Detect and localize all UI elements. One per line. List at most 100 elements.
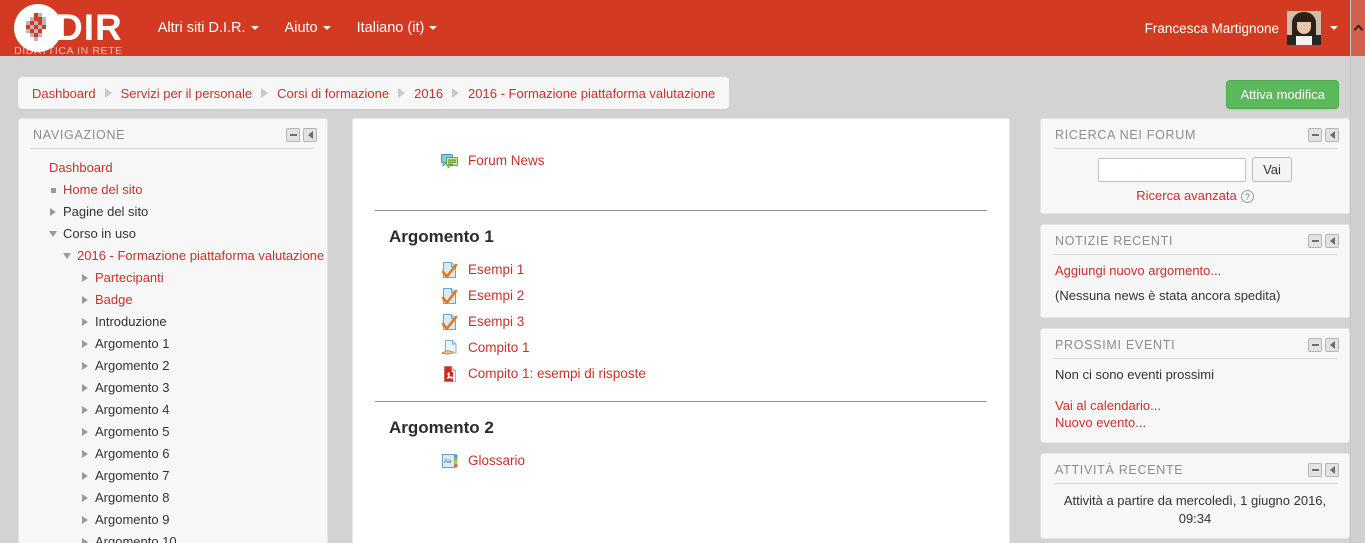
breadcrumb-item-corsi[interactable]: Corsi di formazione	[277, 86, 389, 101]
chevron-right-icon[interactable]	[47, 208, 59, 216]
scroll-up-button[interactable]	[1351, 0, 1365, 56]
activity-glossario[interactable]: Aa Glossario	[375, 448, 987, 474]
nav-tree-item-label: Introduzione	[95, 314, 167, 329]
section-title: Argomento 1	[389, 227, 494, 246]
chevron-right-icon[interactable]	[79, 362, 91, 370]
recent-activity-block-controls	[1308, 463, 1339, 478]
chevron-right-icon[interactable]	[79, 406, 91, 414]
collapse-icon[interactable]	[286, 128, 300, 142]
collapse-icon[interactable]	[1308, 463, 1322, 478]
course-section-1: Argomento 1 Esempi 1 Esempi 2 Esempi 3 C…	[375, 210, 987, 401]
chevron-down-icon[interactable]	[61, 253, 73, 259]
dock-icon[interactable]	[303, 128, 317, 142]
top-navbar: DIR DIDATTICA IN RETE Altri siti D.I.R. …	[0, 0, 1350, 57]
breadcrumb-item-course[interactable]: 2016 - Formazione piattaforma valutazion…	[468, 86, 715, 101]
breadcrumb-separator-icon	[261, 88, 269, 98]
scrollbar-track[interactable]	[1351, 56, 1365, 543]
chevron-right-icon[interactable]	[79, 516, 91, 524]
chevron-right-icon[interactable]	[79, 428, 91, 436]
toggle-editing-button[interactable]: Attiva modifica	[1226, 80, 1339, 109]
chevron-down-icon	[322, 26, 331, 31]
chevron-down-icon	[429, 26, 438, 31]
nav-item-aiuto[interactable]: Aiuto	[272, 14, 344, 42]
nav-tree-item[interactable]: 2016 - Formazione piattaforma valutazion…	[33, 245, 324, 267]
chevron-right-icon[interactable]	[79, 538, 91, 543]
glossary-icon: Aa	[441, 452, 459, 470]
activity-forum-news[interactable]: Forum News	[375, 143, 987, 174]
page-scrollbar[interactable]	[1350, 0, 1365, 543]
nav-tree-item[interactable]: Argomento 5	[33, 421, 313, 443]
nav-tree-item[interactable]: Pagine del sito	[33, 201, 313, 223]
forum-search-input[interactable]	[1098, 157, 1247, 182]
activity-esempi-1[interactable]: Esempi 1	[375, 257, 987, 283]
navbar-links: Altri siti D.I.R. Aiuto Italiano (it)	[145, 14, 451, 42]
nav-tree-item[interactable]: Introduzione	[33, 311, 313, 333]
chevron-right-icon[interactable]	[79, 318, 91, 326]
chevron-right-icon[interactable]	[79, 274, 91, 282]
upcoming-events-empty-text: Non ci sono eventi prossimi	[1055, 367, 1214, 383]
upcoming-events-block-title: PROSSIMI EVENTI	[1055, 338, 1176, 353]
avatar	[1287, 11, 1321, 45]
new-event-link[interactable]: Nuovo evento...	[1055, 415, 1335, 430]
chevron-right-icon[interactable]	[79, 494, 91, 502]
chevron-right-icon[interactable]	[79, 384, 91, 392]
chevron-right-icon[interactable]	[79, 340, 91, 348]
collapse-icon[interactable]	[1308, 128, 1322, 142]
divider	[1053, 358, 1337, 360]
nav-item-altri-siti[interactable]: Altri siti D.I.R.	[145, 14, 272, 42]
nav-tree-item[interactable]: Argomento 6	[33, 443, 313, 465]
add-new-topic-link[interactable]: Aggiungi nuovo argomento...	[1055, 263, 1335, 278]
go-to-calendar-link[interactable]: Vai al calendario...	[1055, 398, 1335, 413]
nav-tree-item[interactable]: Corso in uso	[33, 223, 313, 245]
nav-tree-item[interactable]: Badge	[33, 289, 313, 311]
forum-search-go-button[interactable]: Vai	[1252, 157, 1292, 182]
user-menu[interactable]: Francesca Martignone	[1145, 0, 1338, 56]
nav-tree-item[interactable]: Home del sito	[33, 179, 313, 201]
course-section-general: Forum News	[375, 137, 987, 210]
chevron-right-icon[interactable]	[79, 450, 91, 458]
navigation-list: Dashboard Home del sito Pagine del sito Cor…	[33, 157, 324, 543]
nav-tree-item[interactable]: Argomento 8	[33, 487, 313, 509]
activity-compito-1-esempi-risposte[interactable]: Compito 1: esempi di risposte	[375, 361, 987, 387]
dock-icon[interactable]	[1325, 128, 1339, 142]
help-icon[interactable]: ?	[1240, 190, 1254, 204]
nav-tree-item[interactable]: Partecipanti	[33, 267, 313, 289]
nav-tree-item[interactable]: Dashboard	[33, 157, 313, 179]
activity-esempi-3[interactable]: Esempi 3	[375, 309, 987, 335]
breadcrumb-item-servizi[interactable]: Servizi per il personale	[121, 86, 253, 101]
forum-search-block-controls	[1308, 128, 1339, 142]
nav-tree-item[interactable]: Argomento 10	[33, 531, 313, 543]
recent-activity-block: ATTIVITÀ RECENTE Attività a partire da m…	[1040, 453, 1350, 540]
right-column: RICERCA NEI FORUM Vai Ricerca avanzata?	[1040, 118, 1350, 543]
advanced-search-link[interactable]: Ricerca avanzata	[1136, 188, 1236, 203]
breadcrumb-item-dashboard[interactable]: Dashboard	[32, 86, 96, 101]
collapse-icon[interactable]	[1308, 234, 1322, 249]
activity-esempi-2[interactable]: Esempi 2	[375, 283, 987, 309]
chevron-right-icon[interactable]	[79, 472, 91, 480]
nav-item-lingua[interactable]: Italiano (it)	[344, 14, 451, 42]
activity-compito-1[interactable]: Compito 1	[375, 335, 987, 361]
chevron-right-icon[interactable]	[79, 296, 91, 304]
nav-tree-item[interactable]: Argomento 2	[33, 355, 313, 377]
nav-tree-item[interactable]: Argomento 3	[33, 377, 313, 399]
dock-icon[interactable]	[1325, 463, 1339, 478]
chevron-up-icon	[1353, 24, 1364, 35]
nav-tree-item[interactable]: Argomento 1	[33, 333, 313, 355]
nav-tree-item-label: Argomento 9	[95, 512, 170, 527]
nav-tree-item[interactable]: Argomento 9	[33, 509, 313, 531]
forum-search-block: RICERCA NEI FORUM Vai Ricerca avanzata?	[1040, 118, 1350, 215]
divider	[1053, 148, 1337, 149]
nav-tree-item[interactable]: Argomento 7	[33, 465, 313, 487]
breadcrumb-separator-icon	[398, 88, 406, 98]
nav-tree-item-label: 2016 - Formazione piattaforma valutazion…	[77, 248, 325, 263]
site-logo[interactable]: DIR DIDATTICA IN RETE	[14, 4, 123, 57]
dock-icon[interactable]	[1325, 234, 1339, 249]
recent-activity-block-title: ATTIVITÀ RECENTE	[1055, 463, 1184, 478]
chevron-down-icon[interactable]	[47, 231, 59, 237]
nav-tree-item[interactable]: Argomento 4	[33, 399, 313, 421]
breadcrumb-item-2016[interactable]: 2016	[414, 86, 443, 101]
dock-icon[interactable]	[1325, 338, 1339, 353]
collapse-icon[interactable]	[1308, 338, 1322, 353]
activity-label: Glossario	[468, 453, 526, 468]
activity-label: Compito 1	[468, 340, 530, 355]
